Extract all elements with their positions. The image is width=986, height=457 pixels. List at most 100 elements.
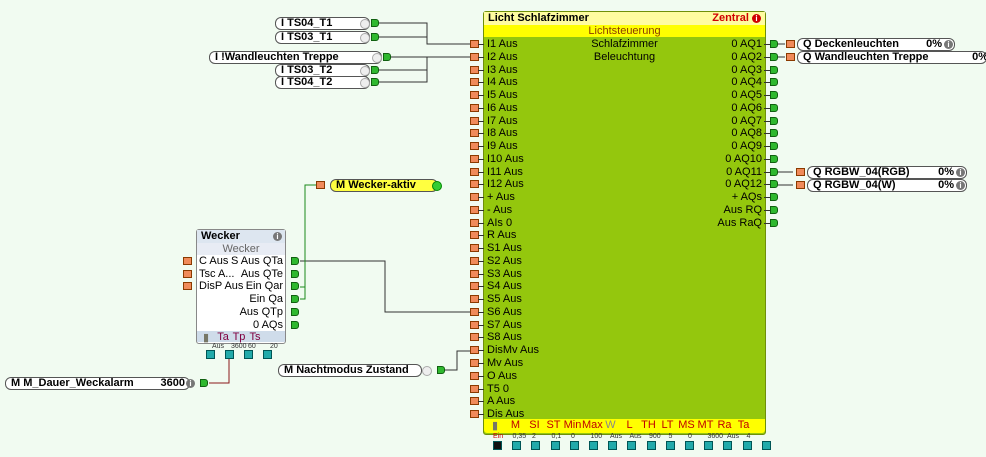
output-label: 0 AQ10 [725,152,762,165]
wecker-aktiv-tag[interactable]: M Wecker-aktiv [330,179,438,192]
output-tag[interactable]: Q RGBW_04(RGB) 0% i [807,166,967,179]
param-max[interactable]: Max [582,419,603,433]
param-si[interactable]: SI [525,419,544,433]
param-m[interactable]: M [506,419,525,433]
parameter-connector[interactable] [263,350,272,359]
lock-icon: ▮ [491,420,499,432]
parameter-connector[interactable] [761,441,771,450]
param-min[interactable]: Min [563,419,582,433]
output-connector[interactable] [770,154,778,163]
output-connector[interactable] [770,52,778,61]
output-connector[interactable] [770,205,778,214]
nachtmodus-tag[interactable]: M Nachtmodus Zustand [278,364,422,377]
input-connector[interactable] [796,168,805,176]
parameter-connector[interactable] [589,441,598,450]
info-icon[interactable]: i [752,14,761,23]
param-lt[interactable]: LT [658,419,677,433]
output-connector[interactable] [437,366,445,374]
param-mt[interactable]: MT [696,419,715,433]
input-connector[interactable] [183,269,192,278]
param-ta[interactable]: Ta [734,419,753,433]
input-connector[interactable] [183,282,192,291]
output-connector[interactable] [200,379,208,387]
output-connector[interactable] [770,167,778,176]
output-connector[interactable] [770,91,778,100]
output-connector[interactable] [770,78,778,87]
output-connector[interactable] [291,257,299,265]
info-icon[interactable]: i [956,181,965,190]
output-connector[interactable] [770,180,778,189]
parameter-connector[interactable] [627,441,637,450]
param-value: Aus [212,343,225,350]
parameter-connector[interactable] [244,350,253,359]
output-connector[interactable] [770,218,778,227]
output-tag[interactable]: Q Wandleuchten Treppe0% [797,51,986,64]
param-ta[interactable]: Ta [215,331,231,343]
output-tag[interactable]: Q RGBW_04(W) 0% i [807,179,967,192]
output-connector[interactable] [770,142,778,151]
output-connector[interactable] [291,269,299,278]
parameter-connector[interactable] [608,441,618,450]
param-ra[interactable]: Ra [715,419,734,433]
parameter-connector[interactable] [704,441,714,450]
param-l[interactable]: L [620,419,639,433]
wecker-block[interactable]: Wecker i Wecker ▮ Ta Tp Ts C Aus Tsc A... DisP… [196,229,286,344]
parameter-connector[interactable] [723,441,733,450]
output-connector[interactable] [770,193,778,202]
output-connector[interactable] [371,66,379,74]
input-connector[interactable] [183,257,192,265]
info-icon[interactable]: i [944,40,953,49]
output-label: Aus RQ [723,203,762,216]
parameter-connector[interactable] [550,441,560,450]
param-st[interactable]: ST [544,419,563,433]
output-connector[interactable] [770,65,778,74]
parameter-connector[interactable] [569,441,579,450]
input-label: S3 Aus [487,267,522,280]
output-connector[interactable] [371,19,379,27]
parameter-connector[interactable] [646,441,656,450]
connector-line [478,56,484,58]
parameter-connector[interactable] [225,350,234,359]
info-icon[interactable]: i [273,232,282,241]
output-connector[interactable] [291,295,299,304]
param-w[interactable]: W [601,419,620,433]
parameter-connector[interactable] [742,441,752,450]
output-value: 0% [938,166,954,178]
parameter-connector[interactable] [512,441,522,450]
input-connector[interactable] [786,40,795,48]
output-connector[interactable] [770,103,778,112]
output-connector[interactable] [770,116,778,125]
input-tag[interactable]: I TS04_T2 [275,76,370,89]
input-label: I11 Aus [487,165,523,178]
input-tag[interactable]: I !Wandleuchten Treppe [209,51,382,64]
input-connector[interactable] [796,181,805,189]
info-icon[interactable]: i [956,168,965,177]
info-icon[interactable]: i [186,379,195,388]
parameter-connector[interactable] [531,441,541,450]
output-connector[interactable] [371,78,379,86]
status-led-icon [360,19,370,29]
dauer-weckalarm-tag[interactable]: M M_Dauer_Weckalarm 3600 [5,377,190,390]
param-tp[interactable]: Tp [231,331,247,343]
param-ts[interactable]: Ts [247,331,263,343]
parameter-connector[interactable] [685,441,694,450]
input-connector[interactable] [786,53,795,61]
parameter-connector[interactable] [665,441,675,450]
output-connector[interactable] [371,33,379,41]
input-tag[interactable]: I TS04_T1 [275,17,370,30]
parameter-connector[interactable] [206,350,215,359]
output-connector[interactable] [770,129,778,138]
input-tag[interactable]: I TS03_T1 [275,31,370,44]
output-connector[interactable] [383,53,391,61]
param-th[interactable]: TH [639,419,658,433]
output-label: 0 AQ9 [731,140,762,153]
licht-schlafzimmer-block[interactable]: Licht Schlafzimmer Zentral i Lichtsteuer… [483,11,766,435]
output-connector[interactable] [770,40,778,48]
output-connector[interactable] [291,307,299,316]
output-tag[interactable]: Q Deckenleuchten 0% i [797,38,955,51]
output-connector[interactable] [291,282,299,291]
output-connector[interactable] [291,320,299,329]
input-connector[interactable] [316,181,325,189]
param-ms[interactable]: MS [677,419,696,433]
parameter-connector[interactable] [493,441,502,450]
